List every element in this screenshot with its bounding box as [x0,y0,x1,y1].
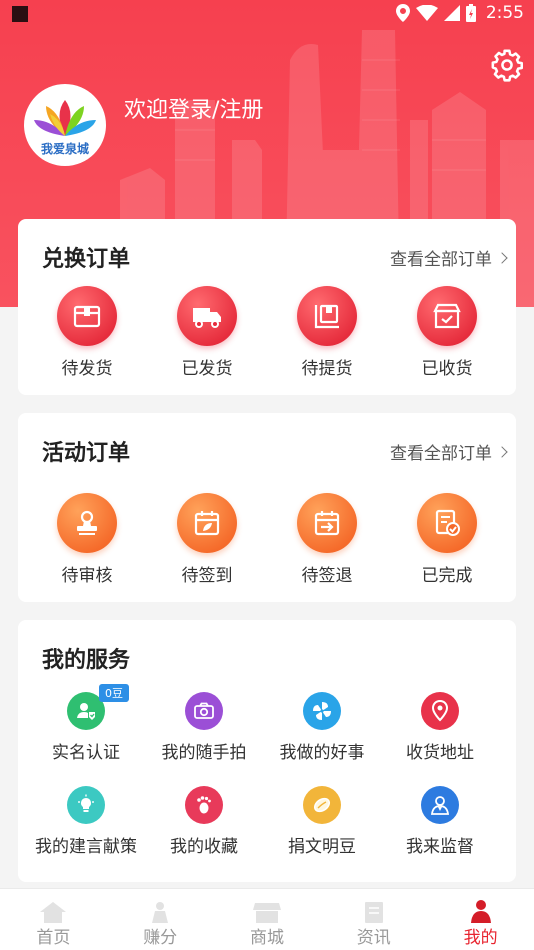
service-label: 我的建言献策 [35,837,137,857]
box-icon [57,286,117,346]
service-snapshot[interactable]: 我的随手拍 [145,692,263,763]
cell-label: 已完成 [421,566,473,586]
status-bar: 2:55 [0,0,534,28]
activity-status-check-out[interactable]: 待签退 [267,493,387,586]
camera-icon [185,692,223,730]
beans-badge: 0豆 [99,684,129,702]
cell-label: 待签到 [181,566,233,586]
truck-icon [177,286,237,346]
view-all-label: 查看全部订单 [390,250,492,270]
service-suggestions[interactable]: 我的建言献策 [27,786,145,857]
activity-status-completed[interactable]: 已完成 [387,493,507,586]
cell-label: 待签退 [301,566,353,586]
order-status-received[interactable]: 已收货 [387,286,507,379]
service-supervise[interactable]: 我来监督 [381,786,499,857]
lightbulb-icon [67,786,105,824]
service-favorites[interactable]: 我的收藏 [145,786,263,857]
nav-tab-shop[interactable]: 商城 [214,889,321,950]
nav-label: 我的 [463,928,498,948]
order-status-pickup[interactable]: 待提货 [267,286,387,379]
footprint-icon [185,786,223,824]
chevron-right-icon [496,445,508,458]
settings-button[interactable] [490,48,524,82]
service-label: 我来监督 [406,837,474,857]
nav-tab-mine[interactable]: 我的 [427,889,534,950]
nav-label: 商城 [249,928,284,948]
avatar[interactable]: 我爱泉城 [24,84,106,166]
service-label: 我的随手拍 [161,743,247,763]
nav-label: 首页 [36,928,71,948]
view-all-exchange-orders-link[interactable]: 查看全部订单 [390,245,508,270]
cell-label: 已发货 [181,359,233,379]
calendar-arrow-icon [297,493,357,553]
service-donate-beans[interactable]: 捐文明豆 [263,786,381,857]
shop-icon [252,903,281,923]
exchange-orders-title: 兑换订单 [42,247,131,272]
logo-text: 我爱泉城 [40,142,89,156]
nav-label: 资讯 [356,928,391,948]
profile-icon [470,900,491,923]
earn-icon [152,902,169,923]
location-pin-icon [421,692,459,730]
cell-label: 待发货 [61,359,113,379]
service-label: 实名认证 [52,743,120,763]
gear-icon [491,49,524,82]
activity-status-check-in[interactable]: 待签到 [147,493,267,586]
received-box-icon [417,286,477,346]
pinwheel-icon [303,692,341,730]
order-status-to-ship[interactable]: 待发货 [27,286,147,379]
service-label: 捐文明豆 [288,837,356,857]
calendar-leaf-icon [177,493,237,553]
chevron-right-icon [496,251,508,264]
nav-tab-earn[interactable]: 赚分 [107,889,214,950]
activity-orders-card: 活动订单 查看全部订单 待审核 待签到 待签退 已完成 [18,413,516,602]
view-all-activity-orders-link[interactable]: 查看全部订单 [390,439,508,464]
order-status-shipped[interactable]: 已发货 [147,286,267,379]
cell-label: 待审核 [61,566,113,586]
my-services-card: 我的服务 0豆 实名认证 我的随手拍 我做的好事 收货地址 我的建言献策 我的收… [18,620,516,882]
service-good-deeds[interactable]: 我做的好事 [263,692,381,763]
service-shipping-address[interactable]: 收货地址 [381,692,499,763]
battery-icon [465,4,476,22]
news-icon [364,902,383,923]
home-icon [40,902,67,923]
my-services-title: 我的服务 [42,648,131,673]
clock: 2:55 [485,3,524,23]
service-label: 我做的好事 [279,743,365,763]
document-check-icon [417,493,477,553]
pickup-icon [297,286,357,346]
cell-label: 已收货 [421,359,473,379]
service-real-name-verify[interactable]: 0豆 实名认证 [27,684,145,763]
notification-icon [12,6,28,22]
exchange-orders-card: 兑换订单 查看全部订单 待发货 已发货 待提货 已收货 [18,219,516,395]
nav-tab-news[interactable]: 资讯 [320,889,427,950]
supervisor-icon [421,786,459,824]
stamp-icon [57,493,117,553]
activity-orders-title: 活动订单 [42,441,131,466]
login-register-link[interactable]: 欢迎登录/注册 [124,92,263,124]
bean-icon [303,786,341,824]
service-label: 收货地址 [406,743,474,763]
view-all-label: 查看全部订单 [390,444,492,464]
signal-icon [443,5,460,21]
service-label: 我的收藏 [170,837,238,857]
location-status-icon [395,4,410,22]
nav-label: 赚分 [143,928,178,948]
activity-status-pending-review[interactable]: 待审核 [27,493,147,586]
bottom-navigation: 首页 赚分 商城 资讯 我的 [0,888,534,950]
nav-tab-home[interactable]: 首页 [0,889,107,950]
wifi-icon [415,5,438,21]
cell-label: 待提货 [301,359,353,379]
